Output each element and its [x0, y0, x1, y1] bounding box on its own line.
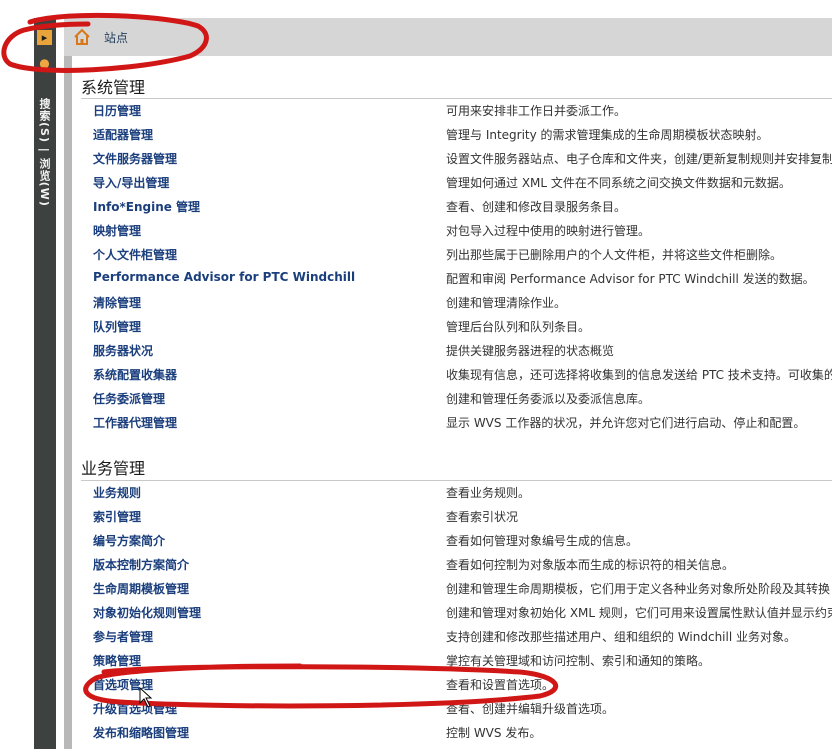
utility-description: 创建和管理任务委派以及委派信息库。: [446, 392, 651, 406]
utility-link[interactable]: 生命周期模板管理: [93, 580, 189, 597]
utility-link[interactable]: 队列管理: [93, 318, 141, 335]
utility-description: 查看索引状况: [446, 510, 519, 524]
list-item: 参与者管理 支持创建和修改那些描述用户、组和组织的 Windchill 业务对象。: [72, 625, 832, 649]
list-item: 映射管理 对包导入过程中使用的映射进行管理。: [72, 219, 832, 243]
list-item: 策略管理 掌控有关管理域和访问控制、索引和通知的策略。: [72, 649, 832, 673]
utility-link[interactable]: 任务委派管理: [93, 390, 165, 407]
list-item: 系统配置收集器 收集现有信息，还可选择将收集到的信息发送给 PTC 技术支持。可收…: [72, 363, 832, 387]
breadcrumb-bar: 站点: [64, 18, 832, 57]
utility-description: 创建和管理对象初始化 XML 规则，它们可用来设置属性默认值并显示约束: [446, 606, 832, 620]
utility-description: 管理如何通过 XML 文件在不同系统之间交换文件数据和元数据。: [446, 176, 791, 190]
utility-link[interactable]: 日历管理: [93, 102, 141, 119]
list-item: 清除管理 创建和管理清除作业。: [72, 291, 832, 315]
home-icon[interactable]: [73, 28, 91, 46]
utility-link[interactable]: 服务器状况: [93, 342, 153, 359]
utility-description: 控制 WVS 发布。: [446, 726, 542, 740]
utility-link[interactable]: Performance Advisor for PTC Windchill: [93, 270, 355, 284]
list-item: 适配器管理 管理与 Integrity 的需求管理集成的生命周期模板状态映射。: [72, 123, 832, 147]
utility-link[interactable]: 映射管理: [93, 222, 141, 239]
utility-description: 创建和管理清除作业。: [446, 296, 567, 310]
utility-description: 对包导入过程中使用的映射进行管理。: [446, 224, 651, 238]
list-item: 索引管理 查看索引状况: [72, 505, 832, 529]
utility-description: 创建和管理生命周期模板，它们用于定义各种业务对象所处阶段及其转换: [446, 582, 831, 596]
section-title-system-admin: 系统管理: [81, 78, 146, 97]
list-item: 生命周期模板管理 创建和管理生命周期模板，它们用于定义各种业务对象所处阶段及其转换: [72, 577, 832, 601]
list-item: 个人文件柜管理 列出那些属于已删除用户的个人文件柜，并将这些文件柜删除。: [72, 243, 832, 267]
utility-description: 可用来安排非工作日并委派工作。: [446, 104, 627, 118]
list-item: Performance Advisor for PTC Windchill 配置和…: [72, 267, 832, 291]
list-item: 版本控制方案简介 查看如何控制为对象版本而生成的标识符的相关信息。: [72, 553, 832, 577]
pin-icon[interactable]: ●: [37, 56, 52, 71]
list-item: 任务委派管理 创建和管理任务委派以及委派信息库。: [72, 387, 832, 411]
utility-link[interactable]: 版本控制方案简介: [93, 556, 189, 573]
utility-description: 管理与 Integrity 的需求管理集成的生命周期模板状态映射。: [446, 128, 769, 142]
utility-link[interactable]: 策略管理: [93, 652, 141, 669]
utility-description: 设置文件服务器站点、电子仓库和文件夹，创建/更新复制规则并安排复制: [446, 152, 832, 166]
breadcrumb-site-link[interactable]: 站点: [104, 29, 128, 46]
search-browse-strip[interactable]: ▸ ● 搜索(S) | 浏览(W): [34, 18, 56, 749]
utility-link[interactable]: 编号方案简介: [93, 532, 165, 549]
utility-description: 管理后台队列和队列条目。: [446, 320, 591, 334]
list-item: 对象初始化规则管理 创建和管理对象初始化 XML 规则，它们可用来设置属性默认值并…: [72, 601, 832, 625]
utility-description: 查看、创建和修改目录服务条目。: [446, 200, 627, 214]
list-item: 文件服务器管理 设置文件服务器站点、电子仓库和文件夹，创建/更新复制规则并安排复制: [72, 147, 832, 171]
utility-description: 收集现有信息，还可选择将收集到的信息发送给 PTC 技术支持。可收集的: [446, 368, 832, 382]
utility-description: 查看如何控制为对象版本而生成的标识符的相关信息。: [446, 558, 735, 572]
utility-link[interactable]: 清除管理: [93, 294, 141, 311]
content-shadow: [64, 56, 72, 749]
list-item: 服务器状况 提供关键服务器进程的状态概览: [72, 339, 832, 363]
utility-link[interactable]: 对象初始化规则管理: [93, 604, 201, 621]
utility-link[interactable]: Info*Engine 管理: [93, 198, 200, 215]
utility-link[interactable]: 业务规则: [93, 484, 141, 501]
utility-description: 查看、创建并编辑升级首选项。: [446, 702, 615, 716]
expand-icon[interactable]: ▸: [37, 30, 52, 45]
utility-description: 列出那些属于已删除用户的个人文件柜，并将这些文件柜删除。: [446, 248, 783, 262]
utility-link[interactable]: 发布和缩略图管理: [93, 724, 189, 741]
utility-description: 查看和设置首选项。: [446, 678, 555, 692]
utility-description: 查看业务规则。: [446, 486, 531, 500]
search-browse-tab-label[interactable]: 搜索(S) | 浏览(W): [36, 98, 52, 207]
utility-link[interactable]: 导入/导出管理: [93, 174, 169, 191]
utility-description: 提供关键服务器进程的状态概览: [446, 344, 615, 358]
utility-description: 掌控有关管理域和访问控制、索引和通知的策略。: [446, 654, 711, 668]
utility-link[interactable]: 升级首选项管理: [93, 700, 177, 717]
list-item: 导入/导出管理 管理如何通过 XML 文件在不同系统之间交换文件数据和元数据。: [72, 171, 832, 195]
list-item: Info*Engine 管理 查看、创建和修改目录服务条目。: [72, 195, 832, 219]
list-item: 首选项管理 查看和设置首选项。: [72, 673, 832, 697]
list-item: 编号方案简介 查看如何管理对象编号生成的信息。: [72, 529, 832, 553]
top-margin: [0, 0, 832, 18]
utility-link[interactable]: 参与者管理: [93, 628, 153, 645]
utility-description: 查看如何管理对象编号生成的信息。: [446, 534, 639, 548]
utility-link[interactable]: 系统配置收集器: [93, 366, 177, 383]
utility-link[interactable]: 适配器管理: [93, 126, 153, 143]
utility-link[interactable]: 文件服务器管理: [93, 150, 177, 167]
list-item: 队列管理 管理后台队列和队列条目。: [72, 315, 832, 339]
utility-description: 配置和审阅 Performance Advisor for PTC Windch…: [446, 272, 815, 286]
utility-link[interactable]: 首选项管理: [93, 676, 153, 693]
utility-link[interactable]: 工作器代理管理: [93, 414, 177, 431]
section-title-business-admin: 业务管理: [81, 459, 146, 478]
utilities-list: 系统管理 日历管理 可用来安排非工作日并委派工作。 适配器管理 管理与 Integr…: [72, 56, 832, 749]
list-item: 升级首选项管理 查看、创建并编辑升级首选项。: [72, 697, 832, 721]
utility-link[interactable]: 索引管理: [93, 508, 141, 525]
list-item: 业务规则 查看业务规则。: [72, 481, 832, 505]
utility-link[interactable]: 个人文件柜管理: [93, 246, 177, 263]
utility-description: 支持创建和修改那些描述用户、组和组织的 Windchill 业务对象。: [446, 630, 796, 644]
list-item: 工作器代理管理 显示 WVS 工作器的状况，并允许您对它们进行启动、停止和配置。: [72, 411, 832, 435]
list-item: 发布和缩略图管理 控制 WVS 发布。: [72, 721, 832, 745]
list-item: 日历管理 可用来安排非工作日并委派工作。: [72, 99, 832, 123]
utility-description: 显示 WVS 工作器的状况，并允许您对它们进行启动、停止和配置。: [446, 416, 806, 430]
